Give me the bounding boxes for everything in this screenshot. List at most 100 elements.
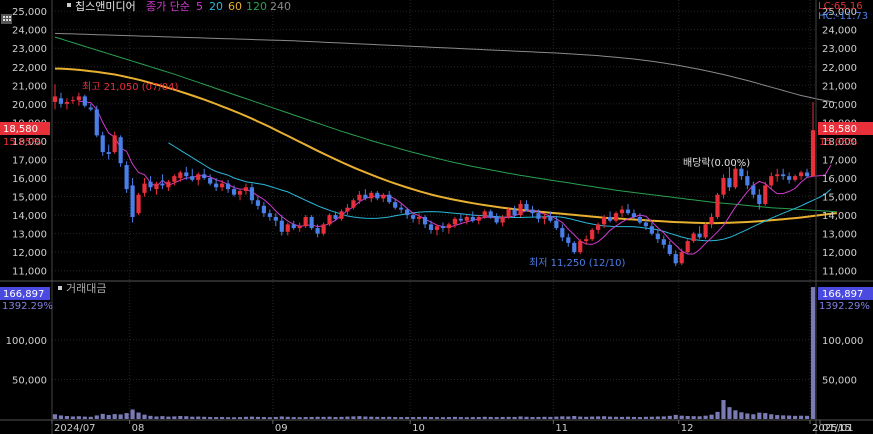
candle-body (178, 172, 183, 179)
candle-body (405, 209, 410, 216)
candle-body (243, 187, 249, 191)
volume-bar (649, 416, 654, 419)
candle-body (428, 224, 434, 230)
volume-bar (434, 417, 440, 419)
chart-background (0, 0, 873, 434)
grid-menu-icon-dot (9, 19, 11, 21)
candle-body (333, 215, 338, 219)
volume-bar (542, 416, 547, 419)
candle-body (804, 172, 810, 177)
volume-bar (184, 416, 189, 419)
candle-body (602, 216, 607, 225)
candle-body (369, 192, 374, 199)
volume-bar (458, 417, 463, 419)
candle-body (363, 194, 368, 199)
volume-bar (249, 416, 255, 419)
candle-body (446, 224, 452, 229)
stock-chart[interactable]: 11,000 11,000 12,000 12,000 13,000 13,000 14,0… (0, 0, 873, 434)
candle-body (452, 218, 457, 225)
volume-bar (673, 414, 678, 419)
candle-body (261, 205, 266, 214)
candle-body (118, 137, 123, 164)
volume-bar (106, 415, 111, 419)
candle-body (810, 130, 816, 177)
price-y-tick-label-right: 22,000 (822, 63, 857, 74)
candle-body (518, 203, 523, 216)
candle-body (673, 254, 678, 264)
volume-bar (757, 412, 762, 419)
left-volume-tag-value: 166,897 (3, 289, 44, 300)
x-tick-label: 2024/07 (54, 423, 96, 434)
volume-bar (70, 416, 75, 419)
volume-bar (721, 400, 726, 419)
volume-bar (703, 415, 708, 419)
volume-bar (160, 416, 165, 419)
volume-legend-square-icon (58, 286, 62, 290)
volume-bar (118, 414, 123, 419)
volume-bar (148, 415, 153, 419)
volume-bar (590, 416, 595, 419)
volume-bar (625, 416, 631, 419)
volume-bar (309, 416, 314, 419)
candle-body (494, 216, 499, 223)
candle-body (607, 216, 613, 221)
candle-body (279, 220, 284, 232)
candle-body (416, 216, 422, 219)
candle-body (530, 209, 535, 214)
volume-bar (607, 416, 613, 419)
volume-bar (357, 416, 362, 419)
x-tick-label: 01/15 (822, 423, 851, 434)
candle-body (70, 100, 75, 102)
price-y-tick-label-right: 15,000 (822, 193, 857, 204)
price-y-tick-label-right: 16,000 (822, 174, 857, 185)
candle-body (100, 135, 105, 153)
candle-body (763, 185, 768, 204)
grid-menu-icon-dot (3, 19, 5, 21)
candle-body (339, 211, 344, 219)
candle-body (225, 183, 231, 190)
volume-bar (548, 416, 553, 419)
volume-bar (291, 417, 296, 419)
x-tick-label: 12 (681, 423, 694, 434)
price-y-tick-label-right: 14,000 (822, 211, 857, 222)
candle-body (184, 172, 189, 177)
price-y-tick-label: 25,000 (12, 7, 47, 18)
volume-bar (422, 416, 428, 419)
volume-bar (405, 416, 410, 419)
volume-bar (804, 415, 810, 419)
volume-bar (58, 415, 64, 419)
ma-period-240: 240 (270, 0, 291, 13)
volume-bar (781, 415, 786, 419)
candle-body (297, 226, 302, 229)
candle-body (578, 241, 583, 253)
candle-body (345, 207, 350, 212)
candle-body (160, 183, 165, 186)
price-y-tick-label-right: 20,000 (822, 100, 857, 111)
candle-body (619, 209, 625, 214)
left-price-tag-value: 18,580 (3, 124, 38, 135)
candle-body (548, 216, 553, 221)
candle-body (196, 174, 201, 180)
volume-bar (190, 416, 195, 419)
candle-body (267, 213, 272, 217)
candle-body (781, 174, 786, 177)
candle-body (596, 224, 601, 230)
candle-body (643, 222, 648, 227)
volume-bar (416, 416, 422, 419)
volume-bar (810, 287, 816, 419)
candle-body (637, 216, 643, 223)
candle-body (148, 181, 153, 188)
volume-bar (267, 417, 272, 419)
volume-bar (339, 416, 344, 419)
volume-bar (231, 417, 237, 419)
candle-body (76, 96, 81, 101)
volume-bar (798, 415, 804, 419)
candle-body (572, 242, 577, 253)
volume-y-tick-label-right: 100,000 (822, 336, 863, 347)
candle-body (422, 216, 428, 225)
volume-bar (715, 411, 720, 419)
volume-bar (321, 416, 326, 419)
candle-body (273, 216, 278, 221)
volume-bar (488, 416, 493, 419)
volume-bar (351, 416, 356, 419)
